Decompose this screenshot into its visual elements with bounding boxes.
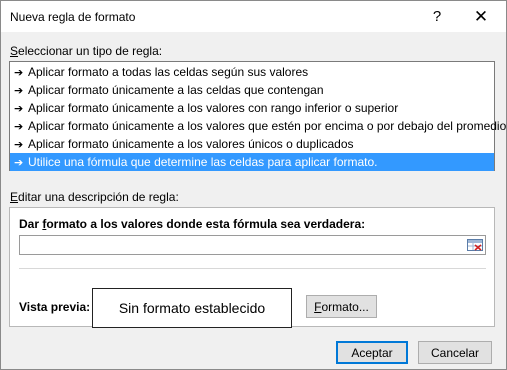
preview-label: Vista previa: — [19, 300, 91, 314]
help-button[interactable]: ? — [415, 1, 459, 32]
arrow-bullet-icon: ➔ — [14, 103, 24, 115]
arrow-bullet-icon: ➔ — [14, 67, 24, 79]
close-button[interactable]: ✕ — [459, 1, 503, 32]
formula-input[interactable] — [19, 235, 486, 255]
rule-type-label: Aplicar formato únicamente a los valores… — [28, 101, 399, 115]
rule-type-item[interactable]: ➔ Aplicar formato únicamente a los valore… — [10, 99, 494, 117]
format-preview-box: Sin formato establecido — [92, 288, 292, 328]
dialog-title: Nueva regla de formato — [10, 10, 136, 24]
rule-type-section-label: Seleccionar un tipo de regla: — [10, 44, 163, 58]
rule-type-item[interactable]: ➔ Aplicar formato únicamente a las celdas… — [10, 81, 494, 99]
range-selector-icon — [467, 239, 483, 251]
title-bar[interactable]: Nueva regla de formato ? ✕ — [1, 1, 506, 32]
rule-type-label: Aplicar formato únicamente a los valores… — [28, 119, 507, 133]
rule-type-label: Aplicar formato únicamente a las celdas … — [28, 83, 324, 97]
preview-text: Sin formato establecido — [118, 300, 266, 316]
cancel-button[interactable]: Cancelar — [418, 341, 492, 364]
arrow-bullet-icon: ➔ — [14, 157, 24, 169]
rule-type-item[interactable]: ➔ Utilice una fórmula que determine las c… — [10, 153, 494, 171]
arrow-bullet-icon: ➔ — [14, 139, 24, 151]
rule-type-list[interactable]: ➔ Aplicar formato a todas las celdas segú… — [9, 61, 506, 171]
rule-type-label: Aplicar formato únicamente a los valores… — [28, 137, 354, 151]
arrow-bullet-icon: ➔ — [14, 121, 24, 133]
format-button[interactable]: Formato... — [306, 295, 377, 318]
rule-type-item[interactable]: ➔ Aplicar formato a todas las celdas segú… — [10, 63, 494, 81]
rule-description-panel: Dar formato a los valores donde esta fór… — [9, 207, 495, 328]
preview-divider — [19, 268, 486, 269]
description-section-label: Editar una descripción de regla: — [10, 190, 179, 204]
rule-type-label: Aplicar formato a todas las celdas según… — [28, 65, 309, 79]
formula-label: Dar formato a los valores donde esta fór… — [19, 217, 366, 231]
rule-type-item[interactable]: ➔ Aplicar formato únicamente a los valore… — [10, 117, 506, 135]
close-icon: ✕ — [473, 6, 489, 26]
help-icon: ? — [432, 8, 442, 25]
arrow-bullet-icon: ➔ — [14, 85, 24, 97]
range-selector-button[interactable] — [466, 237, 484, 253]
new-formatting-rule-dialog: Nueva regla de formato ? ✕ Seleccionar u… — [0, 0, 507, 370]
rule-type-label: Utilice una fórmula que determine las ce… — [28, 155, 378, 169]
rule-type-item[interactable]: ➔ Aplicar formato únicamente a los valore… — [10, 135, 494, 153]
ok-button[interactable]: Aceptar — [336, 341, 408, 364]
